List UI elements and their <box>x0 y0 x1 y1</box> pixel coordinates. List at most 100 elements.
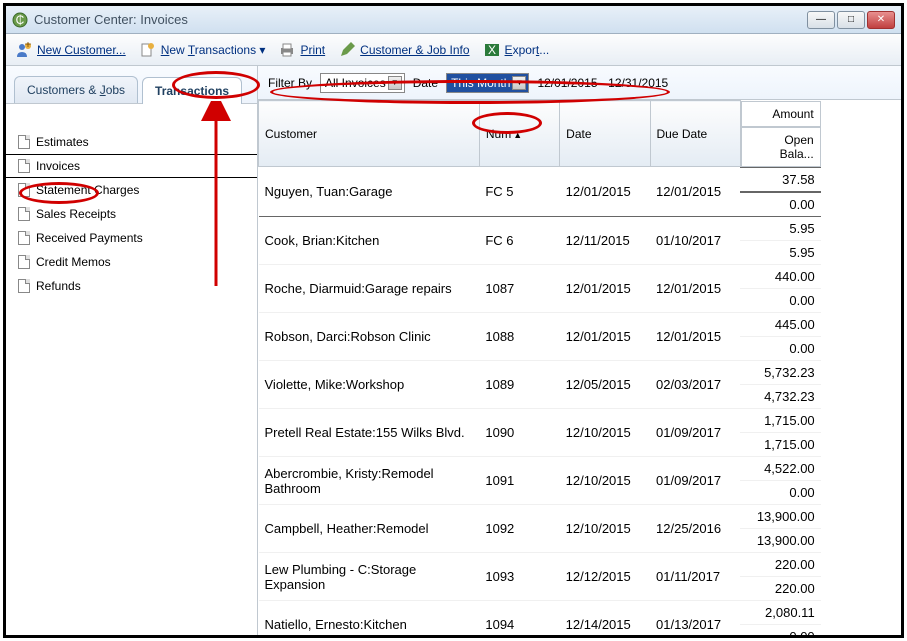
document-icon <box>18 231 30 245</box>
table-row[interactable]: Violette, Mike:Workshop108912/05/201502/… <box>259 361 902 409</box>
chevron-down-icon: ▼ <box>388 76 402 90</box>
tab-customers-jobs[interactable]: Customers & Jobs <box>14 76 138 103</box>
tab-transactions[interactable]: Transactions <box>142 77 242 104</box>
export-button[interactable]: X Export... <box>484 42 550 58</box>
col-num[interactable]: Num▲ <box>479 101 559 167</box>
cell-due: 12/01/2015 <box>650 167 740 217</box>
date-label: Date <box>413 76 438 90</box>
left-item-label: Invoices <box>36 159 80 173</box>
left-item-received-payments[interactable]: Received Payments <box>6 226 257 250</box>
left-item-label: Credit Memos <box>36 255 111 269</box>
cell-date: 12/01/2015 <box>560 265 650 313</box>
cell-due: 01/11/2017 <box>650 553 740 601</box>
cell-due: 12/01/2015 <box>650 313 740 361</box>
cell-open: 220.00 <box>740 577 820 601</box>
print-button[interactable]: Print <box>279 42 325 58</box>
left-item-estimates[interactable]: Estimates <box>6 130 257 154</box>
table-row[interactable]: Campbell, Heather:Remodel109212/10/20151… <box>259 505 902 553</box>
left-item-invoices[interactable]: Invoices <box>6 154 257 178</box>
cell-date: 12/12/2015 <box>560 553 650 601</box>
person-plus-icon: + <box>16 42 32 58</box>
col-date[interactable]: Date <box>560 101 650 167</box>
cell-open: 1,715.00 <box>740 433 820 457</box>
new-customer-button[interactable]: + New Customer... <box>16 42 126 58</box>
table-row[interactable]: Cook, Brian:KitchenFC 612/11/201501/10/2… <box>259 217 902 265</box>
table-row[interactable]: Nguyen, Tuan:GarageFC 512/01/201512/01/2… <box>259 167 902 217</box>
cell-due: 12/01/2015 <box>650 265 740 313</box>
left-item-label: Statement Charges <box>36 183 139 197</box>
cell-num: FC 5 <box>479 167 559 217</box>
cell-amount: 5.95 <box>740 217 820 241</box>
table-row[interactable]: Abercrombie, Kristy:Remodel Bathroom1091… <box>259 457 902 505</box>
cell-date: 12/01/2015 <box>560 313 650 361</box>
col-due-date[interactable]: Due Date <box>650 101 740 167</box>
col-amount[interactable]: Amount <box>741 101 821 127</box>
chevron-down-icon: ▼ <box>512 76 526 90</box>
cell-customer: Lew Plumbing - C:Storage Expansion <box>259 553 480 601</box>
filter-by-label: Filter By <box>268 76 312 90</box>
main-toolbar: + New Customer... New Transactions ▾ Pri… <box>6 34 901 66</box>
cell-customer: Cook, Brian:Kitchen <box>259 217 480 265</box>
svg-text:X: X <box>488 43 496 57</box>
cell-num: 1090 <box>479 409 559 457</box>
left-item-refunds[interactable]: Refunds <box>6 274 257 298</box>
left-item-statement-charges[interactable]: Statement Charges <box>6 178 257 202</box>
document-plus-icon <box>140 42 156 58</box>
document-icon <box>18 207 30 221</box>
cell-customer: Natiello, Ernesto:Kitchen <box>259 601 480 636</box>
document-icon <box>18 183 30 197</box>
table-row[interactable]: Natiello, Ernesto:Kitchen109412/14/20150… <box>259 601 902 636</box>
transaction-type-list: Estimates Invoices Statement Charges Sales … <box>6 104 257 298</box>
cell-amount: 1,715.00 <box>740 409 820 433</box>
excel-icon: X <box>484 42 500 58</box>
cell-customer: Robson, Darci:Robson Clinic <box>259 313 480 361</box>
document-icon <box>18 255 30 269</box>
cell-num: 1091 <box>479 457 559 505</box>
col-open-balance[interactable]: Open Bala... <box>741 127 821 167</box>
cell-due: 12/25/2016 <box>650 505 740 553</box>
cell-date: 12/10/2015 <box>560 505 650 553</box>
svg-text:₵: ₵ <box>16 13 25 27</box>
filter-bar: Filter By All Invoices ▼ Date This Month… <box>258 66 901 100</box>
left-item-sales-receipts[interactable]: Sales Receipts <box>6 202 257 226</box>
table-row[interactable]: Lew Plumbing - C:Storage Expansion109312… <box>259 553 902 601</box>
cell-num: 1094 <box>479 601 559 636</box>
table-row[interactable]: Roche, Diarmuid:Garage repairs108712/01/… <box>259 265 902 313</box>
col-customer[interactable]: Customer <box>259 101 480 167</box>
filter-by-select[interactable]: All Invoices ▼ <box>320 73 405 93</box>
cell-amount: 37.58 <box>740 167 820 192</box>
cell-open: 5.95 <box>740 241 820 265</box>
maximize-button[interactable]: □ <box>837 11 865 29</box>
left-pane: Customers & Jobs Transactions Estimates I… <box>6 66 258 635</box>
cell-date: 12/10/2015 <box>560 457 650 505</box>
right-pane: Filter By All Invoices ▼ Date This Month… <box>258 66 901 635</box>
cell-customer: Campbell, Heather:Remodel <box>259 505 480 553</box>
cell-date: 12/10/2015 <box>560 409 650 457</box>
minimize-button[interactable]: — <box>807 11 835 29</box>
cell-num: FC 6 <box>479 217 559 265</box>
app-icon: ₵ <box>12 12 28 28</box>
date-select[interactable]: This Month ▼ <box>446 73 529 93</box>
cell-customer: Nguyen, Tuan:Garage <box>259 167 480 217</box>
pencil-icon <box>339 42 355 58</box>
cell-customer: Abercrombie, Kristy:Remodel Bathroom <box>259 457 480 505</box>
table-row[interactable]: Pretell Real Estate:155 Wilks Blvd.10901… <box>259 409 902 457</box>
cell-open: 0.00 <box>740 289 820 313</box>
left-item-credit-memos[interactable]: Credit Memos <box>6 250 257 274</box>
table-row[interactable]: Robson, Darci:Robson Clinic108812/01/201… <box>259 313 902 361</box>
cell-amount: 4,522.00 <box>740 457 820 481</box>
cell-open: 0.00 <box>740 625 820 636</box>
cell-amount: 440.00 <box>740 265 820 289</box>
cell-num: 1087 <box>479 265 559 313</box>
cell-due: 01/09/2017 <box>650 457 740 505</box>
left-item-label: Sales Receipts <box>36 207 116 221</box>
new-transactions-button[interactable]: New Transactions ▾ <box>140 42 266 58</box>
left-item-label: Estimates <box>36 135 89 149</box>
window-titlebar: ₵ Customer Center: Invoices — □ ✕ <box>6 6 901 34</box>
cell-open: 0.00 <box>740 192 820 217</box>
close-button[interactable]: ✕ <box>867 11 895 29</box>
cell-due: 02/03/2017 <box>650 361 740 409</box>
cell-due: 01/10/2017 <box>650 217 740 265</box>
left-item-label: Refunds <box>36 279 81 293</box>
customer-job-info-button[interactable]: Customer & Job Info <box>339 42 469 58</box>
